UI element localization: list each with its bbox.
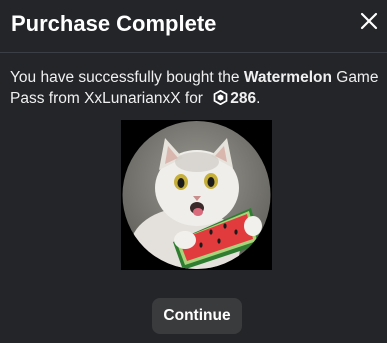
purchase-complete-dialog: Purchase Complete You have successfully … <box>0 0 387 343</box>
message-prefix: You have successfully bought the <box>10 69 244 86</box>
item-name: Watermelon <box>243 69 332 86</box>
header-divider <box>0 52 387 53</box>
message-suffix: . <box>256 90 261 107</box>
close-icon <box>360 12 378 30</box>
continue-button[interactable]: Continue <box>152 298 242 334</box>
price-value: 286 <box>230 90 257 107</box>
cat-with-watermelon-thumbnail <box>122 121 271 269</box>
game-pass-thumbnail <box>121 120 272 270</box>
dialog-title: Purchase Complete <box>11 11 217 36</box>
purchase-message: You have successfully bought the Waterme… <box>10 67 380 109</box>
close-button[interactable] <box>358 10 380 32</box>
dialog-header: Purchase Complete <box>0 0 387 48</box>
robux-icon <box>213 90 228 105</box>
